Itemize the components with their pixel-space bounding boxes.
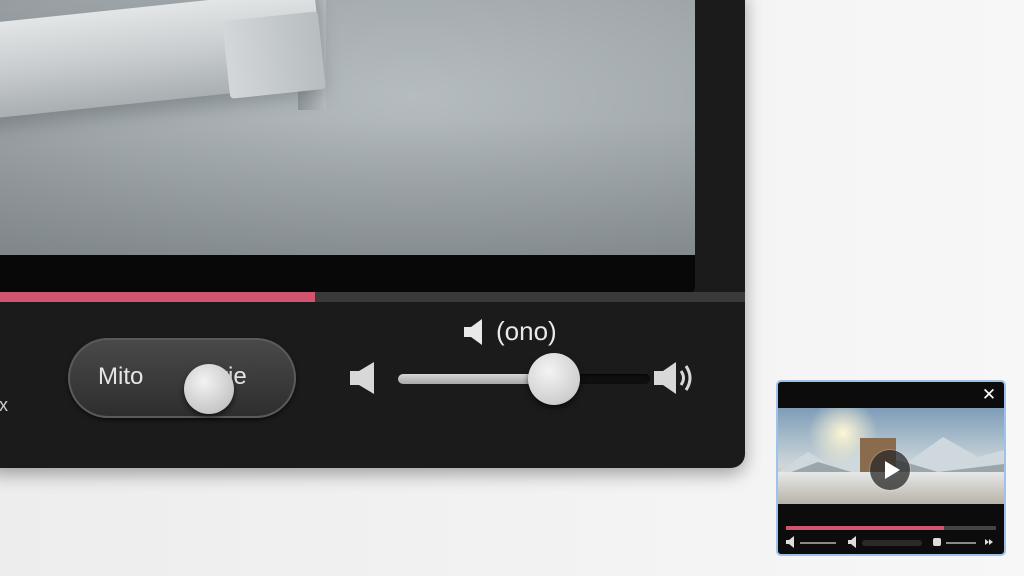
seek-bar[interactable] <box>0 292 745 302</box>
settings-icon[interactable] <box>932 537 942 547</box>
video-content <box>0 0 695 255</box>
video-player: x Mito rie (ono) <box>0 0 745 468</box>
volume-icon[interactable] <box>786 536 796 548</box>
volume-knob[interactable] <box>528 353 581 405</box>
volume-label-text: (ono) <box>496 316 557 346</box>
mode-toggle[interactable]: Mito rie <box>68 338 296 418</box>
volume-label: (ono) <box>462 316 557 347</box>
speaker-icon <box>464 318 482 345</box>
edge-label: x <box>0 395 8 415</box>
volume-low-icon[interactable] <box>348 360 380 400</box>
play-icon[interactable] <box>870 450 910 490</box>
video-frame[interactable] <box>0 0 695 293</box>
close-icon[interactable]: ✕ <box>980 386 998 404</box>
volume-slider[interactable] <box>346 348 696 408</box>
volume-icon[interactable] <box>848 536 858 548</box>
mini-player[interactable]: ✕ <box>776 380 1006 556</box>
mini-progress-fill <box>786 526 944 530</box>
toggle-knob[interactable] <box>184 364 234 414</box>
mini-video-thumbnail[interactable] <box>778 408 1004 504</box>
mini-seek-bar[interactable] <box>786 526 996 530</box>
volume-track[interactable] <box>398 353 650 405</box>
skip-icon[interactable] <box>984 537 994 547</box>
volume-high-icon[interactable] <box>652 360 698 400</box>
seek-bar-progress <box>0 292 315 302</box>
mini-control-bar <box>786 536 996 550</box>
toggle-left-label: Mito <box>98 363 144 390</box>
